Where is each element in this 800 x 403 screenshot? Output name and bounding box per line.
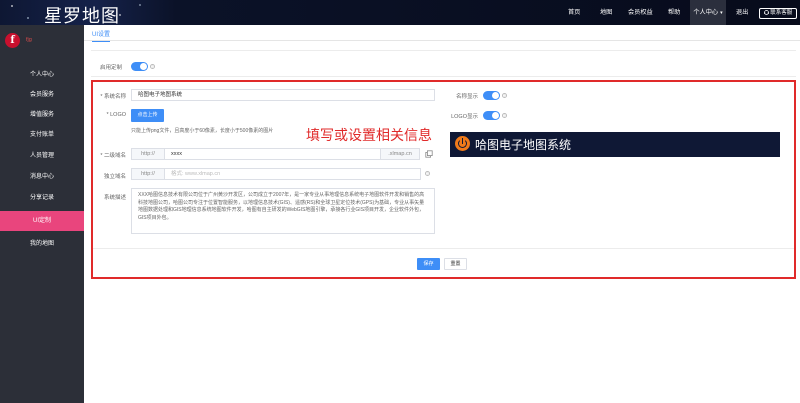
enable-custom-label: 启用定制	[100, 65, 123, 71]
help-icon[interactable]: ?	[502, 113, 507, 118]
help-icon[interactable]: ?	[502, 93, 507, 98]
custom-domain-label: 独立域名	[103, 174, 126, 180]
avatar[interactable]: f	[5, 33, 20, 48]
chevron-down-icon: ▾	[720, 10, 723, 16]
upload-button[interactable]: 点击上传	[131, 109, 164, 122]
divider	[91, 50, 796, 51]
nav-help[interactable]: 帮助	[668, 0, 680, 25]
show-logo-label: LOGO显示	[451, 114, 478, 120]
sidebar-item-ui-custom[interactable]: UI定制	[0, 211, 84, 231]
copy-icon[interactable]	[425, 150, 433, 158]
divider	[93, 248, 794, 249]
nav-logout[interactable]: 退出	[736, 0, 748, 25]
show-logo-toggle[interactable]	[483, 111, 500, 120]
custom-domain-prefix: http://	[131, 168, 165, 180]
contact-support-button[interactable]: 联系客服	[759, 8, 797, 19]
brand-logo-icon	[455, 136, 470, 151]
nav-member-benefits[interactable]: 会员权益	[628, 0, 653, 25]
logo-label: * LOGO	[106, 112, 126, 118]
reset-button[interactable]: 重置	[444, 258, 467, 270]
nav-home[interactable]: 首页	[568, 0, 580, 25]
nav-personal-center-label: 个人中心	[693, 9, 719, 16]
sidebar-item-value-added[interactable]: 增值服务	[0, 105, 84, 125]
subdomain-label: * 二级域名	[100, 153, 126, 159]
show-name-label: 名称显示	[455, 94, 478, 100]
system-name-label: * 系统名称	[100, 94, 126, 100]
headset-icon	[763, 9, 769, 15]
subdomain-prefix: http://	[131, 148, 165, 160]
sidebar-item-my-maps[interactable]: 我的地图	[0, 234, 84, 254]
save-button[interactable]: 保存	[417, 258, 440, 270]
sidebar-item-personal-center[interactable]: 个人中心	[0, 65, 84, 85]
sidebar-item-billing[interactable]: 支付账单	[0, 125, 84, 145]
help-icon[interactable]: ?	[150, 64, 155, 69]
description-label: 系统描述	[103, 195, 126, 201]
annotation-text: 填写或设置相关信息	[306, 128, 432, 144]
custom-domain-input[interactable]: 格式: www.xlmap.cn	[164, 168, 421, 180]
enable-custom-toggle[interactable]	[131, 62, 148, 71]
contact-support-label: 联系客服	[770, 10, 793, 16]
tab-bar: UI设置	[84, 25, 800, 42]
top-navbar: 星罗地图 首页 地图 会员权益 帮助 个人中心 ▾ 退出 联系客服	[0, 0, 800, 27]
show-name-toggle[interactable]	[483, 91, 500, 100]
logo-preview: 哈图电子地图系统	[450, 132, 780, 157]
sidebar-item-messages[interactable]: 消息中心	[0, 167, 84, 187]
nav-personal-center[interactable]: 个人中心 ▾	[690, 0, 726, 25]
username[interactable]: fjg	[26, 37, 32, 43]
nav-map[interactable]: 地图	[600, 0, 612, 25]
system-name-input[interactable]: 哈图电子地图系统	[131, 89, 435, 101]
sidebar-item-member-service[interactable]: 会员服务	[0, 85, 84, 105]
logo-hint: 只能上传png文件，且高度小于60像素，长度小于500像素的图片	[131, 128, 274, 134]
preview-title: 哈图电子地图系统	[475, 138, 572, 152]
sidebar-item-staff[interactable]: 人员管理	[0, 146, 84, 166]
subdomain-input[interactable]: xxxx	[164, 148, 381, 160]
sidebar: f fjg 个人中心 会员服务 增值服务 支付账单 人员管理 消息中心 分享记录…	[0, 25, 84, 403]
tab-ui-settings[interactable]: UI设置	[92, 29, 111, 42]
help-icon[interactable]: ?	[425, 171, 430, 176]
subdomain-suffix: .xlmap.cn	[380, 148, 420, 160]
description-textarea[interactable]: XXX哈图信息技术有限公司位于广州黄沙开发区，公司成立于2007年，是一家专业从…	[131, 188, 435, 234]
divider	[91, 76, 796, 77]
sidebar-item-share-records[interactable]: 分享记录	[0, 188, 84, 208]
